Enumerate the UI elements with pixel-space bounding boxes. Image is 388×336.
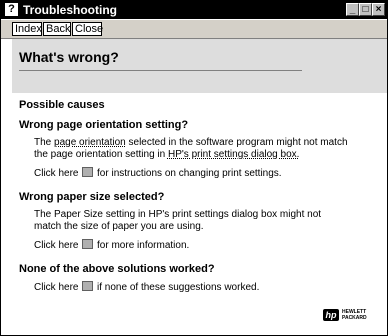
text: selected in the software program might n…	[125, 137, 348, 148]
back-button[interactable]: Back	[43, 22, 71, 36]
paper-size-heading: Wrong paper size selected?	[19, 191, 165, 203]
help-content: Possible causes Wrong page orientation s…	[12, 93, 387, 333]
text: for instructions on changing print setti…	[94, 168, 282, 179]
help-window: ? Troubleshooting _ □ × Index Back Close…	[0, 0, 388, 336]
jump-button-icon[interactable]	[82, 239, 94, 249]
title-bar[interactable]: ? Troubleshooting _ □ ×	[1, 1, 387, 19]
possible-causes-heading: Possible causes	[19, 99, 105, 111]
text: for more information.	[94, 240, 190, 251]
minimize-button[interactable]: _	[346, 3, 359, 16]
paper-size-text-line1: The Paper Size setting in HP's print set…	[34, 209, 322, 220]
index-button[interactable]: Index	[12, 22, 42, 36]
hp-wordmark: HEWLETT PACKARD	[342, 309, 367, 321]
none-worked-click-line: Click here if none of these suggestions …	[34, 281, 259, 294]
jump-button-icon[interactable]	[82, 281, 94, 291]
orientation-text-line1: The page orientation selected in the sof…	[34, 137, 348, 149]
close-window-button[interactable]: ×	[372, 3, 385, 16]
maximize-button[interactable]: □	[359, 3, 372, 16]
print-settings-link[interactable]: HP's print settings dialog box.	[168, 149, 299, 160]
paper-size-click-line: Click here for more information.	[34, 239, 189, 252]
hp-line2: PACKARD	[342, 315, 367, 321]
none-worked-heading: None of the above solutions worked?	[19, 263, 215, 275]
text: The	[34, 137, 55, 148]
jump-button-icon[interactable]	[82, 167, 94, 177]
help-toolbar: Index Back Close	[1, 20, 387, 39]
window-title: Troubleshooting	[23, 3, 117, 17]
page-orientation-link[interactable]: page orientation	[54, 137, 126, 148]
orientation-heading: Wrong page orientation setting?	[19, 119, 189, 131]
text: if none of these suggestions worked.	[94, 282, 260, 293]
hp-logo: hp HEWLETT PACKARD	[323, 309, 379, 321]
page-header: What's wrong?	[12, 39, 387, 93]
close-button[interactable]: Close	[72, 22, 103, 36]
text: Click here	[34, 282, 82, 293]
orientation-text-line2: the page orientation setting in HP's pri…	[34, 149, 299, 161]
paper-size-text-line2: match the size of paper you are using.	[34, 221, 204, 232]
page-title: What's wrong?	[19, 49, 119, 65]
text: the page orientation setting in	[34, 149, 168, 160]
orientation-click-line: Click here for instructions on changing …	[34, 167, 282, 180]
header-divider	[19, 70, 302, 71]
text: Click here	[34, 168, 82, 179]
help-icon: ?	[5, 3, 18, 16]
text: Click here	[34, 240, 82, 251]
hp-mark: hp	[323, 309, 339, 321]
